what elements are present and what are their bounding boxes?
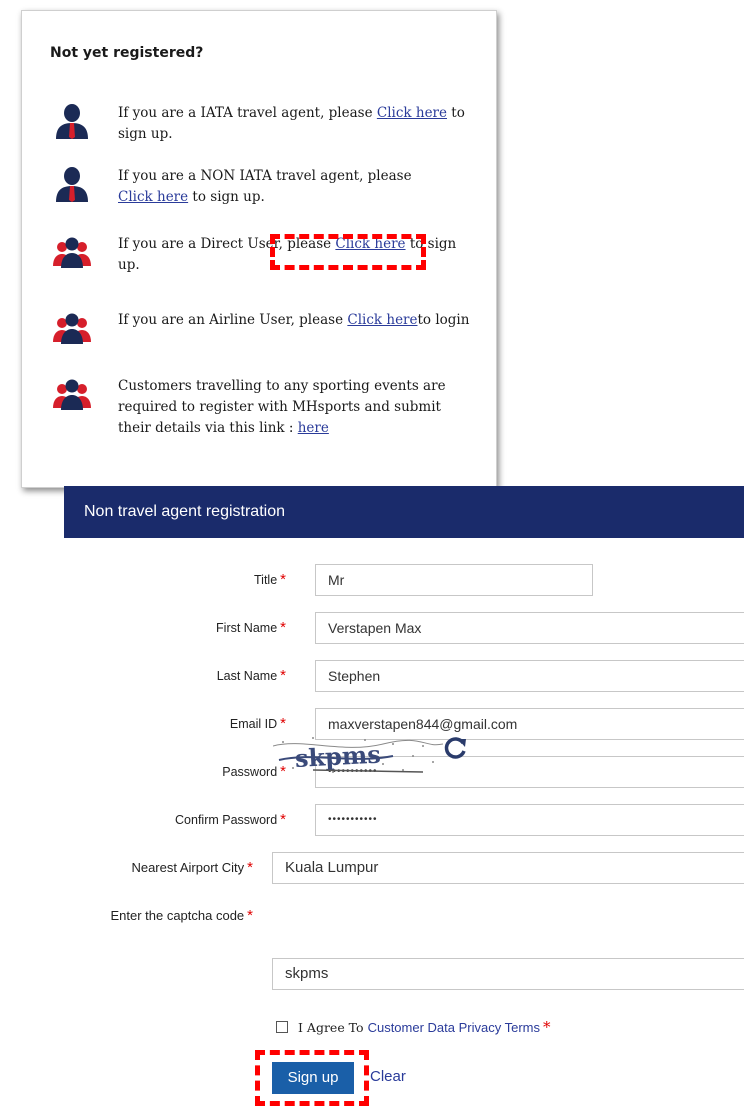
airport-city-row: Nearest Airport City * Kuala Lumpur — [0, 852, 744, 884]
sporting-events-here-link[interactable]: here — [298, 420, 329, 436]
confirm-password-label: Confirm Password * — [175, 811, 286, 828]
captcha-row: Enter the captcha code * — [0, 900, 744, 932]
last-name-row: Last Name * Stephen — [0, 660, 744, 692]
first-name-input[interactable]: Verstapen Max — [315, 612, 744, 644]
option-non-iata: If you are a NON IATA travel agent, plea… — [52, 166, 448, 208]
option-text: If you are a NON IATA travel agent, plea… — [118, 168, 412, 205]
option-iata: If you are a IATA travel agent, please C… — [52, 103, 478, 145]
signup-options-card: Not yet registered? If you are a IATA tr… — [21, 10, 497, 488]
airline-user-click-here-link[interactable]: Click here — [347, 312, 417, 328]
direct-user-click-here-link[interactable]: Click here — [335, 236, 405, 252]
sign-up-button[interactable]: Sign up — [272, 1062, 354, 1094]
privacy-terms-link[interactable]: Customer Data Privacy Terms — [368, 1020, 540, 1035]
svg-text:skpms: skpms — [294, 740, 381, 773]
agent-icon — [56, 167, 88, 202]
confirm-password-row: Confirm Password * ••••••••••• — [0, 804, 744, 836]
airport-city-select[interactable]: Kuala Lumpur — [272, 852, 744, 884]
iata-click-here-link[interactable]: Click here — [377, 105, 447, 121]
last-name-label: Last Name * — [216, 667, 286, 684]
title-label: Title * — [254, 571, 286, 588]
refresh-icon[interactable] — [443, 736, 469, 760]
option-direct-user: If you are a Direct User, please Click h… — [52, 234, 458, 276]
confirm-password-input[interactable]: ••••••••••• — [315, 804, 744, 836]
captcha-label: Enter the captcha code * — [110, 907, 253, 924]
option-text: If you are a IATA travel agent, please C… — [118, 105, 465, 142]
users-group-icon — [53, 379, 91, 410]
airport-city-label: Nearest Airport City * — [131, 859, 253, 876]
users-group-icon — [53, 313, 91, 344]
option-sporting-events: Customers travelling to any sporting eve… — [52, 376, 468, 439]
first-name-label: First Name * — [216, 619, 286, 636]
title-row: Title * Mr — [0, 564, 744, 596]
privacy-agreement: I Agree To Customer Data Privacy Terms * — [276, 1018, 551, 1036]
agent-icon — [56, 104, 88, 139]
option-text: If you are an Airline User, please Click… — [118, 312, 470, 328]
last-name-input[interactable]: Stephen — [315, 660, 744, 692]
option-airline-user: If you are an Airline User, please Click… — [52, 310, 488, 346]
users-group-icon — [53, 237, 91, 268]
captcha-input[interactable]: skpms — [272, 958, 744, 990]
registration-header: Non travel agent registration — [64, 486, 744, 538]
first-name-row: First Name * Verstapen Max — [0, 612, 744, 644]
agree-checkbox[interactable] — [276, 1021, 288, 1033]
non-iata-click-here-link[interactable]: Click here — [118, 189, 188, 205]
password-label: Password * — [222, 763, 286, 780]
clear-link[interactable]: Clear — [370, 1068, 406, 1085]
email-label: Email ID * — [229, 715, 286, 732]
option-text: Customers travelling to any sporting eve… — [118, 378, 446, 436]
title-input[interactable]: Mr — [315, 564, 593, 596]
card-title: Not yet registered? — [50, 45, 204, 61]
option-text: If you are a Direct User, please Click h… — [118, 236, 457, 273]
captcha-image: skpms — [273, 737, 443, 773]
